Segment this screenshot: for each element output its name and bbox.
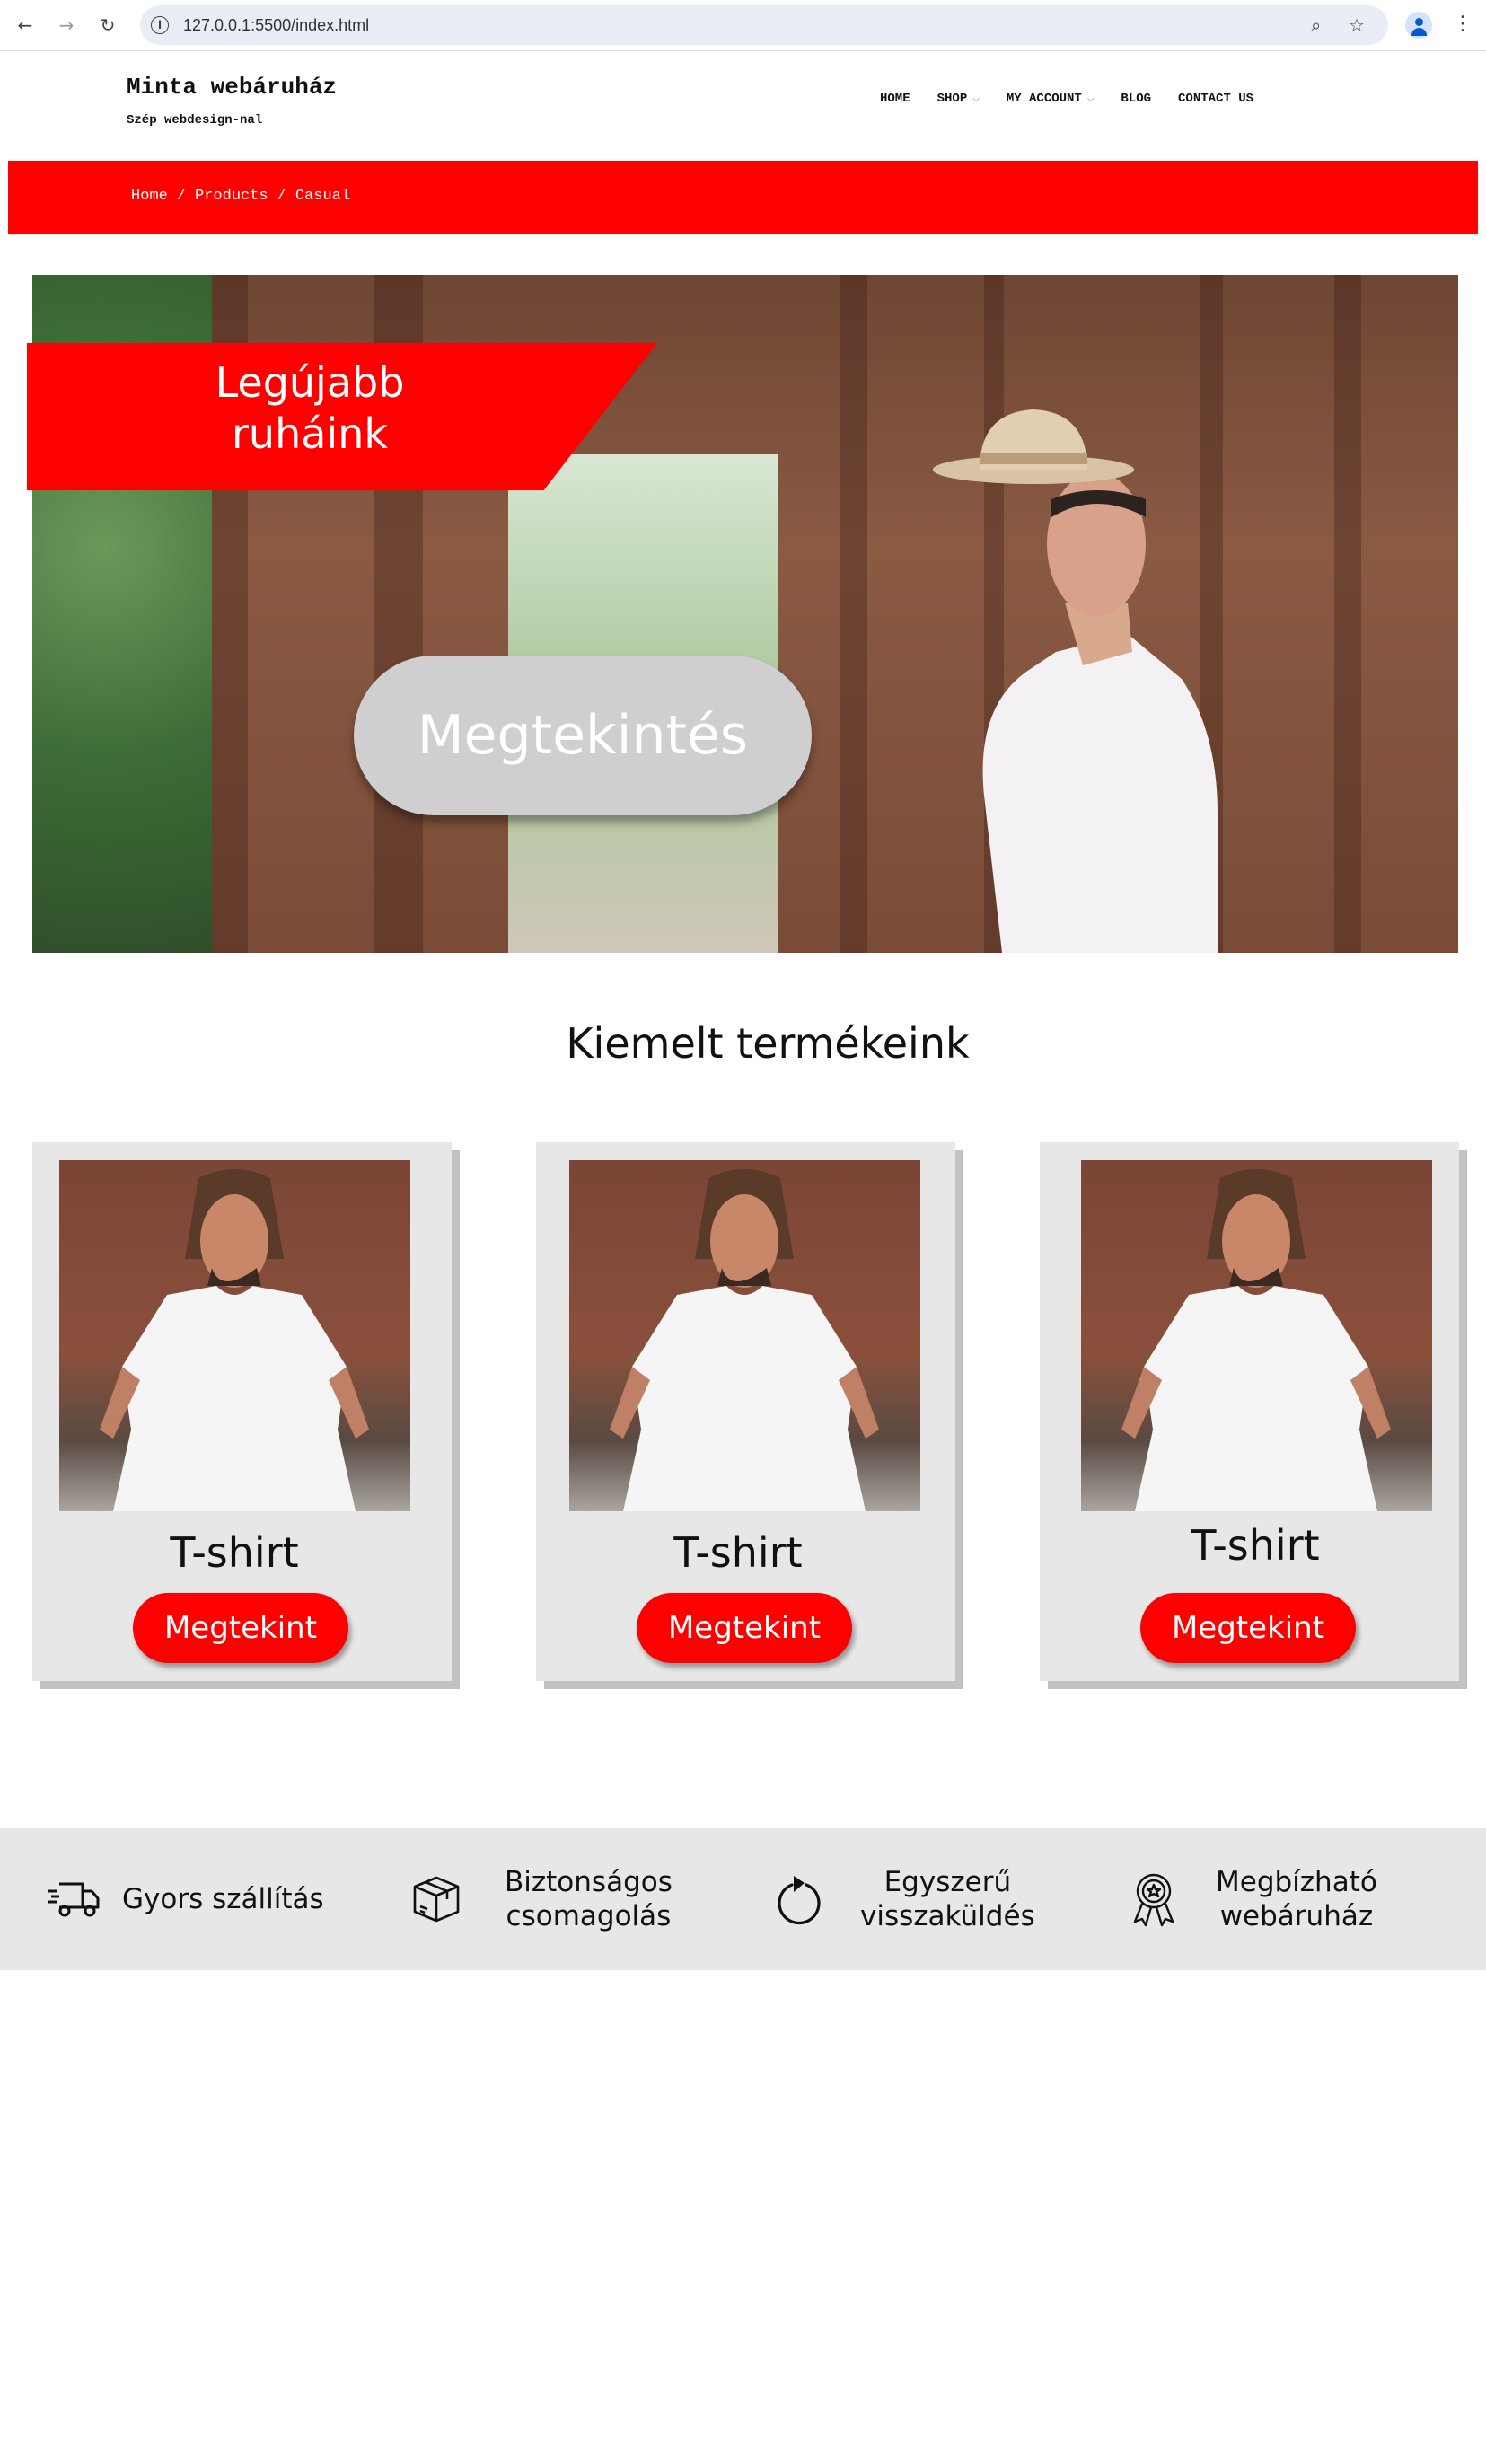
url-text[interactable]: 127.0.0.1:5500/index.html: [183, 16, 369, 35]
hero-view-button[interactable]: Megtekintés: [354, 656, 812, 815]
nav-label: CONTACT US: [1178, 92, 1254, 106]
delivery-truck-icon: [48, 1882, 100, 1917]
breadcrumb-current: Casual: [295, 188, 351, 205]
browser-toolbar: ← → ↻ i 127.0.0.1:5500/index.html ⌕ ☆ ⋮: [0, 0, 1486, 51]
browser-menu-icon[interactable]: ⋮: [1453, 13, 1473, 35]
product-view-button[interactable]: Megtekint: [133, 1593, 348, 1663]
hero-tag-line: Legújabb: [215, 358, 405, 407]
feature-fast-shipping: Gyors szállítás: [47, 1828, 324, 1970]
product-view-button[interactable]: Megtekint: [637, 1593, 852, 1663]
product-name[interactable]: T-shirt: [1040, 1521, 1471, 1570]
hero-hat: [933, 409, 1134, 484]
feature-label: Egyszerű visszaküldés: [860, 1865, 1035, 1933]
product-view-button[interactable]: Megtekint: [1140, 1593, 1356, 1663]
feature-label-line: Biztonságos: [505, 1866, 673, 1898]
nav-item-contact-us[interactable]: CONTACT US: [1178, 92, 1253, 106]
feature-label-line: Megbízható: [1216, 1866, 1377, 1898]
nav-item-blog[interactable]: BLOG: [1121, 92, 1151, 106]
feature-label-line: visszaküldés: [860, 1900, 1035, 1932]
profile-avatar-icon[interactable]: [1405, 12, 1432, 39]
breadcrumb: Home / Products / Casual: [131, 188, 350, 205]
package-box-icon: [413, 1876, 460, 1923]
nav-item-home[interactable]: HOME: [880, 92, 910, 106]
award-badge-icon: [1133, 1873, 1174, 1927]
product-image[interactable]: [59, 1160, 410, 1511]
chevron-down-icon: ⌵: [1086, 93, 1095, 104]
nav-item-shop[interactable]: SHOP ⌵: [937, 92, 980, 106]
product-model-figure: [100, 1169, 369, 1511]
hero-tag-text: Legújabb ruháink: [207, 357, 413, 460]
nav-item-my-account[interactable]: MY ACCOUNT ⌵: [1007, 92, 1095, 106]
back-arrow-icon[interactable]: ←: [11, 11, 40, 40]
product-card[interactable]: T-shirt Megtekint: [1040, 1142, 1459, 1681]
address-bar[interactable]: i 127.0.0.1:5500/index.html ⌕ ☆: [140, 5, 1388, 45]
features-strip: Gyors szállítás Biztonságos csomagolás E…: [0, 1828, 1486, 1970]
zoom-icon[interactable]: ⌕: [1311, 14, 1321, 36]
feature-easy-return: Egyszerű visszaküldés: [774, 1828, 1035, 1970]
feature-label: Megbízható webáruház: [1216, 1865, 1377, 1933]
feature-label: Biztonságos csomagolás: [505, 1865, 673, 1933]
feature-label-line: csomagolás: [506, 1900, 672, 1932]
breadcrumb-bar: Home / Products / Casual: [8, 161, 1478, 234]
feature-label-line: Egyszerű: [884, 1866, 1012, 1898]
breadcrumb-products[interactable]: Products: [195, 188, 268, 205]
featured-section-title: Kiemelt termékeink: [566, 1019, 970, 1068]
feature-label-line: webáruház: [1219, 1900, 1374, 1932]
nav-label: SHOP: [936, 92, 968, 106]
return-arrow-icon: [778, 1876, 821, 1925]
site-info-icon[interactable]: i: [151, 16, 169, 34]
product-image[interactable]: [569, 1160, 920, 1511]
product-model-figure: [1121, 1169, 1391, 1511]
product-name[interactable]: T-shirt: [536, 1528, 940, 1577]
hero-plank: [840, 275, 867, 953]
site-brand-name[interactable]: Minta webáruház: [127, 74, 337, 101]
forward-arrow-icon[interactable]: →: [52, 11, 81, 40]
chevron-down-icon: ⌵: [972, 93, 980, 104]
nav-label: MY ACCOUNT: [1006, 92, 1082, 106]
main-navigation: HOME SHOP ⌵ MY ACCOUNT ⌵ BLOG CONTACT US: [880, 92, 1280, 106]
site-tagline: Szép webdesign-nal: [127, 113, 263, 128]
hero-model-figure: [982, 472, 1218, 953]
product-card[interactable]: T-shirt Megtekint: [32, 1142, 452, 1681]
product-card[interactable]: T-shirt Megtekint: [536, 1142, 955, 1681]
nav-label: BLOG: [1121, 92, 1152, 106]
feature-safe-packaging: Biztonságos csomagolás: [409, 1828, 673, 1970]
product-model-figure: [610, 1169, 879, 1511]
product-name[interactable]: T-shirt: [32, 1528, 436, 1577]
bookmark-star-icon[interactable]: ☆: [1349, 14, 1365, 36]
feature-trusted-store: Megbízható webáruház: [1130, 1828, 1377, 1970]
breadcrumb-separator: /: [176, 188, 187, 205]
nav-label: HOME: [880, 92, 910, 106]
feature-label: Gyors szállítás: [122, 1883, 324, 1915]
hero-plank: [1334, 275, 1361, 953]
breadcrumb-home[interactable]: Home: [131, 188, 168, 205]
product-image[interactable]: [1081, 1160, 1432, 1511]
hero-tag-line: ruháink: [232, 409, 388, 458]
reload-icon[interactable]: ↻: [93, 11, 122, 40]
breadcrumb-separator: /: [277, 188, 286, 205]
